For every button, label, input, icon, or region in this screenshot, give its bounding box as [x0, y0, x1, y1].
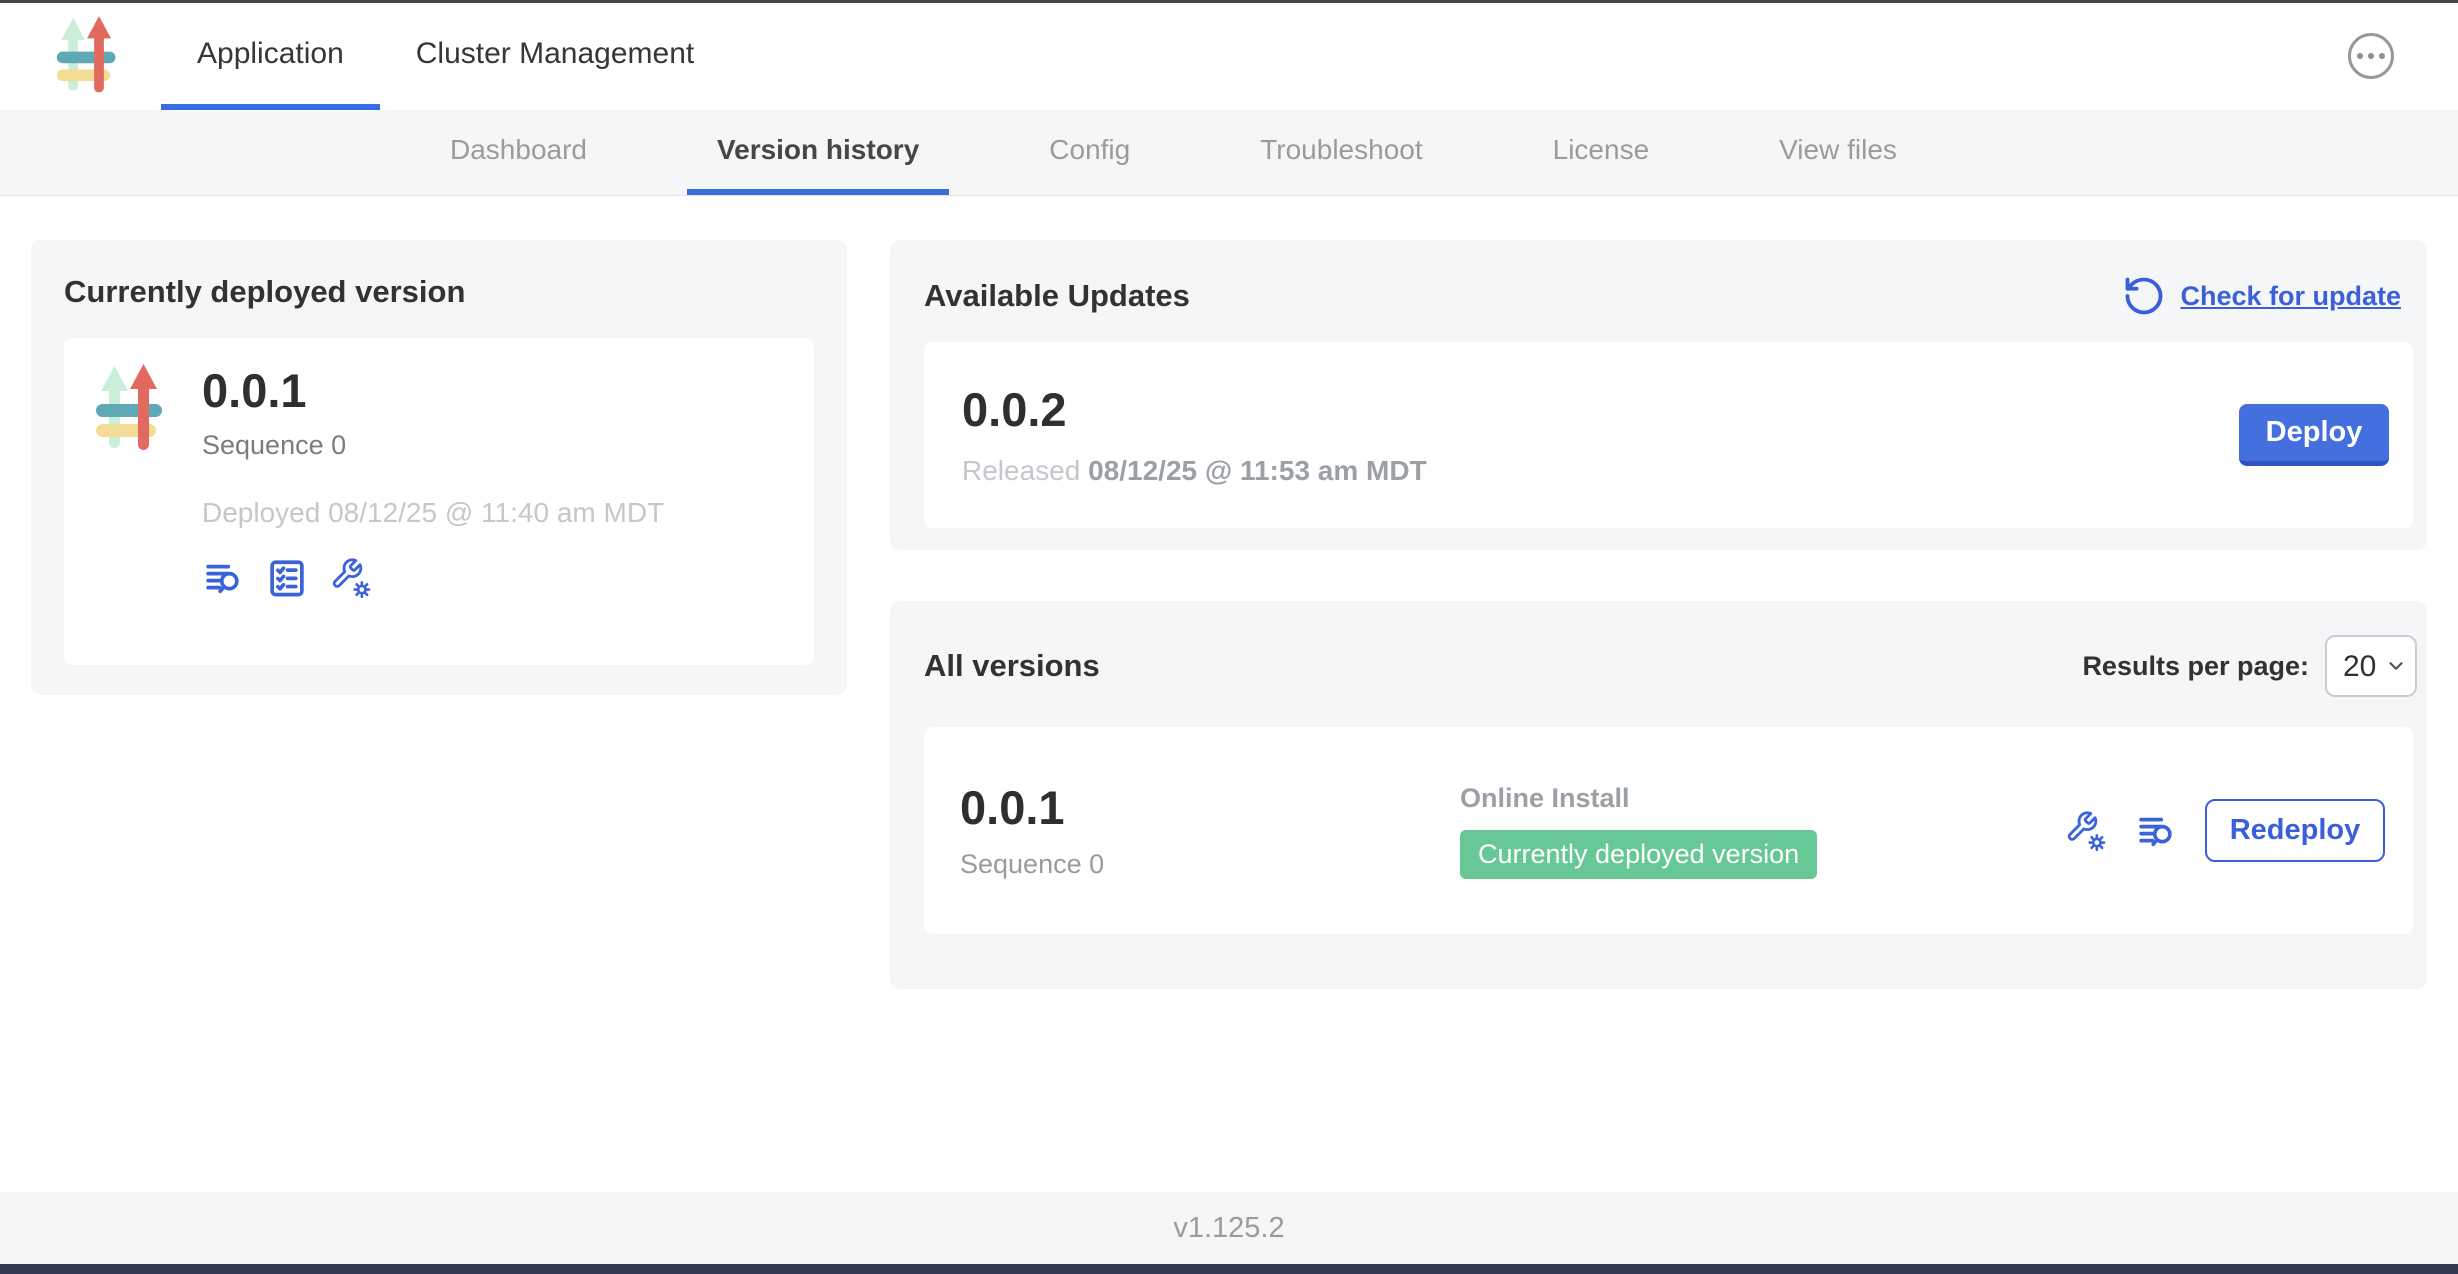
- right-column: Available Updates Check for update 0.0.2…: [890, 240, 2427, 989]
- deployed-sequence: Sequence 0: [202, 430, 664, 461]
- update-version-number: 0.0.2: [962, 383, 1427, 437]
- app-logo-icon: [55, 13, 119, 101]
- all-versions-card: All versions Results per page: 20: [890, 601, 2427, 989]
- ellipsis-dot: [2357, 53, 2363, 59]
- ellipsis-dot: [2379, 53, 2385, 59]
- check-for-update-link[interactable]: Check for update: [2122, 274, 2401, 318]
- version-row: 0.0.1 Sequence 0 Online Install Currentl…: [924, 727, 2413, 934]
- window-bottom-edge: [0, 1264, 2458, 1274]
- preflight-checklist-icon[interactable]: [266, 557, 308, 599]
- console-version: v1.125.2: [1173, 1212, 1284, 1245]
- logs-icon[interactable]: [2135, 810, 2177, 852]
- app-footer: v1.125.2: [0, 1192, 2458, 1264]
- version-row-status-block: Online Install Currently deployed versio…: [1460, 783, 2065, 879]
- available-updates-header: Available Updates Check for update: [924, 274, 2413, 318]
- deployed-timestamp: Deployed 08/12/25 @ 11:40 am MDT: [202, 497, 664, 529]
- app-subnav: Dashboard Version history Config Trouble…: [0, 110, 2458, 196]
- currently-deployed-title: Currently deployed version: [64, 274, 814, 310]
- available-updates-card: Available Updates Check for update 0.0.2…: [890, 240, 2427, 550]
- deployed-version-details: 0.0.1 Sequence 0 Deployed 08/12/25 @ 11:…: [202, 364, 664, 639]
- ellipsis-menu-button[interactable]: [2348, 33, 2394, 79]
- main-content: Currently deployed version 0.0.1: [0, 196, 2458, 1192]
- results-per-page-select[interactable]: 20: [2325, 635, 2417, 697]
- subnav-label: Version history: [717, 134, 919, 166]
- deployed-version-actions: [202, 557, 664, 599]
- version-row-version-block: 0.0.1 Sequence 0: [960, 781, 1460, 880]
- subnav-item-troubleshoot[interactable]: Troubleshoot: [1230, 110, 1452, 195]
- page: Application Cluster Management Dashboard…: [0, 0, 2458, 1274]
- install-type: Online Install: [1460, 783, 2065, 814]
- all-versions-title: All versions: [924, 648, 1100, 684]
- subnav-item-license[interactable]: License: [1523, 110, 1680, 195]
- config-wrench-icon[interactable]: [2065, 810, 2107, 852]
- version-row-actions: Redeploy: [2065, 799, 2385, 862]
- row-sequence: Sequence 0: [960, 849, 1460, 880]
- status-badge: Currently deployed version: [1460, 830, 1817, 879]
- subnav-item-version-history[interactable]: Version history: [687, 110, 949, 195]
- logs-icon[interactable]: [202, 557, 244, 599]
- tab-application-label: Application: [197, 37, 344, 71]
- results-per-page-wrap: 20: [2325, 635, 2417, 697]
- available-updates-title: Available Updates: [924, 278, 1190, 314]
- tab-cluster-management-label: Cluster Management: [416, 37, 694, 71]
- subnav-label: Troubleshoot: [1260, 134, 1422, 166]
- subnav-item-dashboard[interactable]: Dashboard: [420, 110, 617, 195]
- deployed-version-number: 0.0.1: [202, 364, 664, 418]
- deploy-button[interactable]: Deploy: [2239, 404, 2389, 466]
- header-tabs: Application Cluster Management: [161, 3, 730, 110]
- subnav-label: Dashboard: [450, 134, 587, 166]
- released-label: Released: [962, 455, 1080, 486]
- subnav-item-config[interactable]: Config: [1019, 110, 1160, 195]
- app-header: Application Cluster Management: [0, 3, 2458, 110]
- row-version-number: 0.0.1: [960, 781, 1460, 835]
- currently-deployed-card: Currently deployed version 0.0.1: [31, 240, 847, 695]
- redeploy-button[interactable]: Redeploy: [2205, 799, 2385, 862]
- update-details: 0.0.2 Released 08/12/25 @ 11:53 am MDT: [962, 383, 1427, 487]
- results-per-page-group: Results per page: 20: [2082, 635, 2401, 697]
- tab-cluster-management[interactable]: Cluster Management: [380, 3, 730, 110]
- results-per-page-label: Results per page:: [2082, 651, 2309, 682]
- all-versions-header: All versions Results per page: 20: [924, 635, 2413, 697]
- tab-application[interactable]: Application: [161, 3, 380, 110]
- released-date: 08/12/25 @ 11:53 am MDT: [1088, 455, 1427, 486]
- update-released-line: Released 08/12/25 @ 11:53 am MDT: [962, 455, 1427, 487]
- deployed-version-panel: 0.0.1 Sequence 0 Deployed 08/12/25 @ 11:…: [64, 338, 814, 665]
- refresh-icon: [2122, 274, 2166, 318]
- ellipsis-dot: [2368, 53, 2374, 59]
- subnav-label: License: [1553, 134, 1650, 166]
- config-wrench-icon[interactable]: [330, 557, 372, 599]
- check-for-update-label: Check for update: [2180, 281, 2401, 312]
- subnav-item-view-files[interactable]: View files: [1749, 110, 1927, 195]
- subnav-label: Config: [1049, 134, 1130, 166]
- app-logo: [55, 3, 119, 110]
- update-row: 0.0.2 Released 08/12/25 @ 11:53 am MDT D…: [924, 342, 2413, 528]
- app-logo-icon: [94, 364, 166, 456]
- subnav-label: View files: [1779, 134, 1897, 166]
